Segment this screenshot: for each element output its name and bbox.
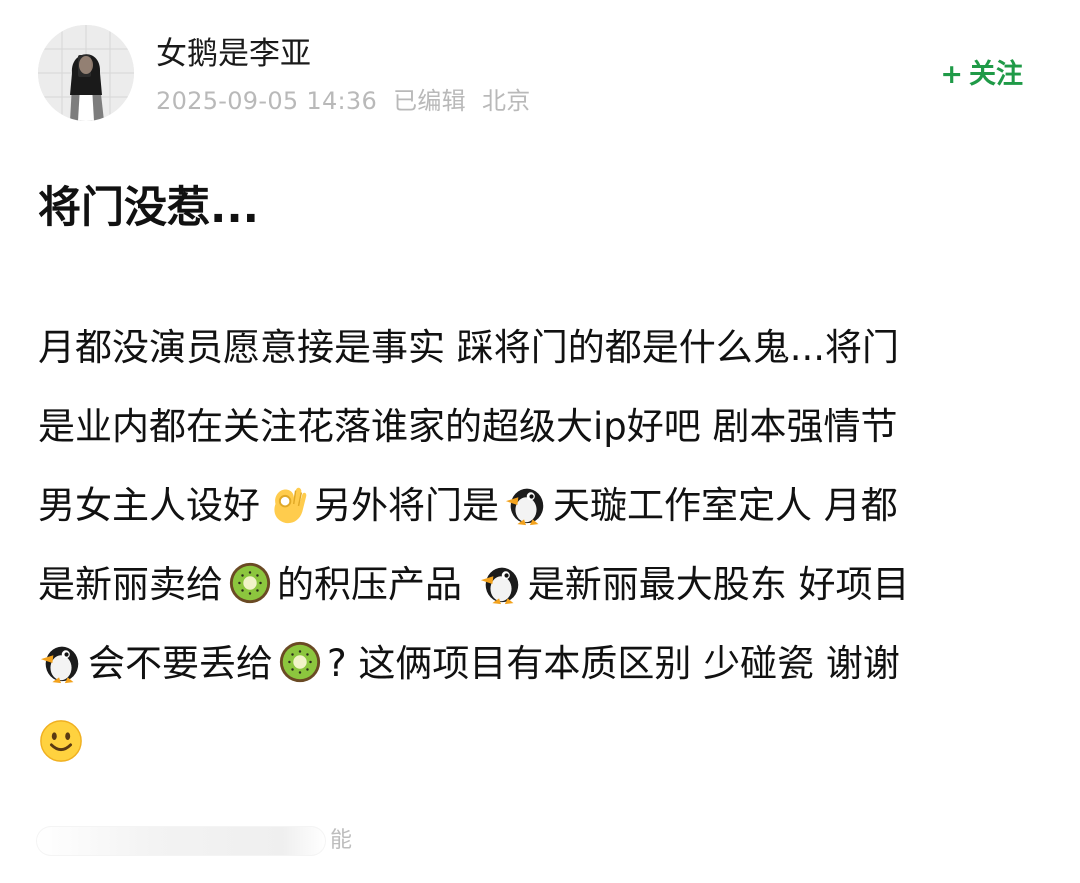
author-avatar[interactable] [38, 25, 134, 121]
body-line-5: 会不要丢给 ? 这俩项目有本质区别 少碰瓷 谢谢 [38, 624, 1038, 703]
body-text-segment: ? 这俩项目有本质区别 少碰瓷 谢谢 [327, 642, 900, 685]
body-line-6 [38, 703, 1038, 782]
body-text-segment: 另外将门是 [314, 484, 499, 527]
kiwi-emoji-icon [227, 560, 273, 606]
body-line-1: 月都没演员愿意接是事实 踩将门的都是什么鬼...将门 [38, 308, 1038, 387]
body-text-segment: 是新丽最大股东 好项目 [527, 563, 910, 606]
blurred-footer-bar [36, 826, 326, 856]
smile-emoji-icon [38, 718, 84, 764]
edited-label: 已编辑 [393, 87, 466, 115]
author-name[interactable]: 女鹅是李亚 [156, 34, 311, 74]
post-title: 将门没惹... [38, 183, 260, 233]
follow-button[interactable]: + 关注 [940, 58, 1023, 92]
body-text-segment: 男女主人设好 [38, 484, 260, 527]
body-text-segment: 是业内都在关注花落谁家的超级大ip好吧 剧本强情节 [38, 405, 898, 448]
body-line-2: 是业内都在关注花落谁家的超级大ip好吧 剧本强情节 [38, 387, 1038, 466]
post-date: 2025-09-05 14:36 [156, 87, 378, 115]
penguin-emoji-icon [38, 639, 84, 685]
plus-icon: + [940, 59, 963, 90]
post-meta: 2025-09-05 14:36 已编辑 北京 [156, 85, 547, 117]
body-text-segment: 的积压产品 [277, 563, 474, 606]
ok-hand-emoji-icon [264, 481, 310, 527]
footer-fragment-text: 能 [330, 828, 353, 853]
body-text-segment: 月都没演员愿意接是事实 踩将门的都是什么鬼...将门 [38, 326, 900, 369]
body-line-3: 男女主人设好 另外将门是 天璇工作室定人 月都 [38, 466, 1038, 545]
penguin-emoji-icon [478, 560, 524, 606]
kiwi-emoji-icon [277, 639, 323, 685]
body-text-segment: 是新丽卖给 [38, 563, 223, 606]
location-label: 北京 [481, 87, 531, 115]
body-text-segment: 天璇工作室定人 月都 [553, 484, 898, 527]
follow-label: 关注 [969, 59, 1023, 90]
penguin-emoji-icon [503, 481, 549, 527]
body-line-4: 是新丽卖给 的积压产品 是新丽最大股东 好项目 [38, 545, 1038, 624]
body-text-segment: 会不要丢给 [88, 642, 273, 685]
post-body: 月都没演员愿意接是事实 踩将门的都是什么鬼...将门 是业内都在关注花落谁家的超… [38, 308, 1038, 782]
